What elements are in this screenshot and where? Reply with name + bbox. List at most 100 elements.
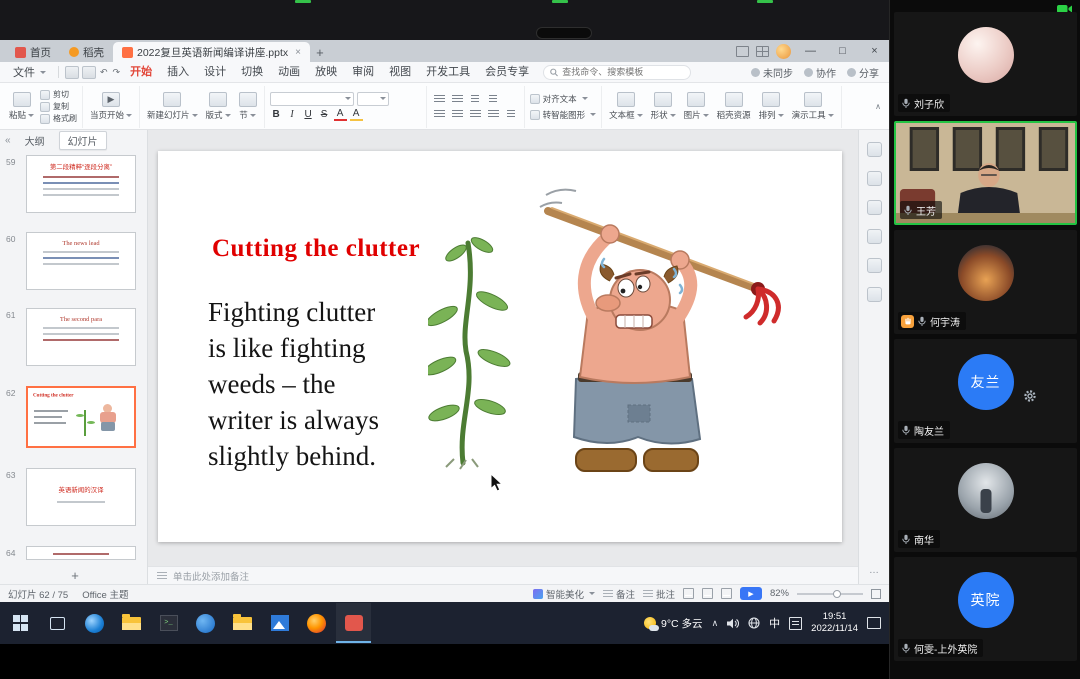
increase-indent-button[interactable] bbox=[486, 93, 501, 106]
menu-item-home[interactable]: 开始 bbox=[123, 62, 159, 83]
participant-tile[interactable]: 英院 何雯-上外英院 bbox=[894, 557, 1077, 661]
layout-switch-icon[interactable] bbox=[736, 46, 749, 57]
slide-canvas[interactable]: Cutting the clutter Fighting clutter is … bbox=[148, 130, 858, 566]
close-button[interactable]: × bbox=[862, 40, 887, 62]
section-button[interactable]: 节 bbox=[237, 92, 259, 121]
docer-assets-button[interactable]: 稻壳资源 bbox=[715, 92, 753, 121]
comment-pane-icon[interactable] bbox=[867, 229, 882, 244]
weather-widget[interactable]: 9°C 多云 bbox=[644, 616, 703, 631]
tab-slides[interactable]: 幻灯片 bbox=[59, 131, 107, 150]
taskbar-app-orange[interactable] bbox=[299, 603, 334, 643]
tab-document[interactable]: 2022复旦英语新闻编译讲座.pptx × bbox=[113, 42, 310, 62]
cut-button[interactable]: 剪切 bbox=[40, 89, 77, 100]
ime-keyboard-icon[interactable] bbox=[789, 617, 802, 630]
fit-window-icon[interactable] bbox=[871, 589, 881, 599]
menu-item-review[interactable]: 审阅 bbox=[345, 62, 381, 83]
zoom-slider[interactable] bbox=[797, 593, 863, 595]
search-input[interactable] bbox=[562, 67, 684, 77]
textbox-button[interactable]: 文本框 bbox=[607, 92, 645, 121]
menu-item-devtools[interactable]: 开发工具 bbox=[419, 62, 477, 83]
start-button[interactable] bbox=[3, 603, 38, 643]
zoom-level[interactable]: 82% bbox=[770, 588, 789, 599]
font-size-select[interactable] bbox=[357, 92, 389, 106]
participant-tile[interactable]: 刘子欣 bbox=[894, 12, 1077, 116]
save-icon[interactable] bbox=[65, 66, 79, 79]
tab-docer[interactable]: 稻壳 bbox=[60, 42, 113, 62]
strikethrough-button[interactable]: S bbox=[318, 108, 331, 122]
selection-pane-icon[interactable] bbox=[867, 258, 882, 273]
grow-font-button[interactable] bbox=[392, 92, 405, 106]
slide-sorter-view-icon[interactable] bbox=[702, 588, 713, 599]
ribbon-collapse-control[interactable]: ∧ bbox=[869, 102, 887, 111]
shapes-button[interactable]: 形状 bbox=[649, 92, 678, 121]
network-icon[interactable] bbox=[748, 617, 760, 629]
taskbar-app-browser[interactable] bbox=[188, 603, 223, 643]
highlight-color-button[interactable]: A bbox=[350, 109, 363, 121]
menu-item-design[interactable]: 设计 bbox=[197, 62, 233, 83]
reading-view-icon[interactable] bbox=[721, 588, 732, 599]
align-right-button[interactable] bbox=[468, 108, 483, 121]
share-button[interactable]: 分享 bbox=[847, 65, 879, 80]
animation-pane-ic[interactable] bbox=[867, 171, 882, 186]
menu-item-slideshow[interactable]: 放映 bbox=[308, 62, 344, 83]
new-tab-button[interactable]: + bbox=[310, 42, 330, 62]
command-search[interactable] bbox=[543, 65, 691, 80]
font-name-select[interactable] bbox=[270, 92, 354, 106]
tray-overflow-chevron[interactable]: ∧ bbox=[712, 618, 719, 629]
normal-view-icon[interactable] bbox=[683, 588, 694, 599]
print-icon[interactable] bbox=[82, 66, 96, 79]
speaker-icon[interactable] bbox=[727, 618, 739, 629]
tab-close-icon[interactable]: × bbox=[295, 47, 301, 58]
decrease-indent-button[interactable] bbox=[468, 93, 483, 106]
justify-button[interactable] bbox=[486, 108, 501, 121]
paste-button[interactable]: 粘贴 bbox=[7, 92, 36, 121]
participant-tile[interactable]: 何宇涛 bbox=[894, 230, 1077, 334]
participant-tile[interactable]: 友兰 陶友兰 bbox=[894, 339, 1077, 443]
menu-item-view[interactable]: 视图 bbox=[382, 62, 418, 83]
present-tools-button[interactable]: 演示工具 bbox=[790, 92, 836, 121]
menu-item-transitions[interactable]: 切换 bbox=[234, 62, 270, 83]
current-slide[interactable]: Cutting the clutter Fighting clutter is … bbox=[158, 151, 842, 542]
apps-grid-icon[interactable] bbox=[756, 46, 769, 57]
style-pane-icon[interactable] bbox=[867, 142, 882, 157]
collapse-panel-button[interactable]: « bbox=[5, 135, 11, 146]
restore-button[interactable]: □ bbox=[830, 40, 855, 62]
undo-icon[interactable]: ↶ bbox=[100, 67, 108, 78]
bold-button[interactable]: B bbox=[270, 108, 283, 122]
ime-language-indicator[interactable]: 中 bbox=[769, 615, 780, 631]
taskbar-app-explorer[interactable] bbox=[114, 603, 149, 643]
comments-toggle[interactable]: 批注 bbox=[643, 587, 675, 601]
italic-button[interactable]: I bbox=[286, 108, 299, 122]
minimize-button[interactable]: — bbox=[798, 40, 823, 62]
picture-button[interactable]: 图片 bbox=[682, 92, 711, 121]
layout-button[interactable]: 版式 bbox=[204, 92, 233, 121]
copy-button[interactable]: 复制 bbox=[40, 101, 77, 112]
align-text-button[interactable]: 对齐文本 bbox=[530, 93, 597, 105]
collaborate-button[interactable]: 协作 bbox=[804, 65, 836, 80]
underline-button[interactable]: U bbox=[302, 108, 315, 122]
menu-item-animation[interactable]: 动画 bbox=[271, 62, 307, 83]
play-from-current-button[interactable]: ▶ 当页开始 bbox=[88, 92, 134, 121]
to-smartart-button[interactable]: 转智能图形 bbox=[530, 109, 597, 121]
tab-outline[interactable]: 大纲 bbox=[17, 132, 53, 149]
meeting-floating-bar[interactable] bbox=[536, 27, 592, 39]
redo-icon[interactable]: ↷ bbox=[113, 67, 121, 78]
notes-bar[interactable]: 单击此处添加备注 bbox=[148, 566, 858, 584]
numbering-button[interactable] bbox=[450, 93, 465, 106]
taskbar-app-edge[interactable] bbox=[77, 603, 112, 643]
format-painter-button[interactable]: 格式刷 bbox=[40, 113, 77, 124]
transition-pane-icon[interactable] bbox=[867, 200, 882, 215]
task-view-button[interactable] bbox=[40, 603, 75, 643]
arrange-button[interactable]: 排列 bbox=[757, 92, 786, 121]
shrink-font-button[interactable] bbox=[408, 92, 421, 106]
help-pane-icon[interactable] bbox=[867, 287, 882, 302]
align-center-button[interactable] bbox=[450, 108, 465, 121]
new-slide-button[interactable]: 新建幻灯片 bbox=[145, 92, 200, 121]
bullets-button[interactable] bbox=[432, 93, 447, 106]
menu-item-insert[interactable]: 插入 bbox=[160, 62, 196, 83]
slideshow-play-button[interactable]: ▶ bbox=[740, 587, 762, 600]
align-left-button[interactable] bbox=[432, 108, 447, 121]
account-avatar[interactable] bbox=[776, 44, 791, 59]
notes-toggle[interactable]: 备注 bbox=[603, 587, 635, 601]
more-tools-button[interactable]: … bbox=[869, 565, 879, 576]
